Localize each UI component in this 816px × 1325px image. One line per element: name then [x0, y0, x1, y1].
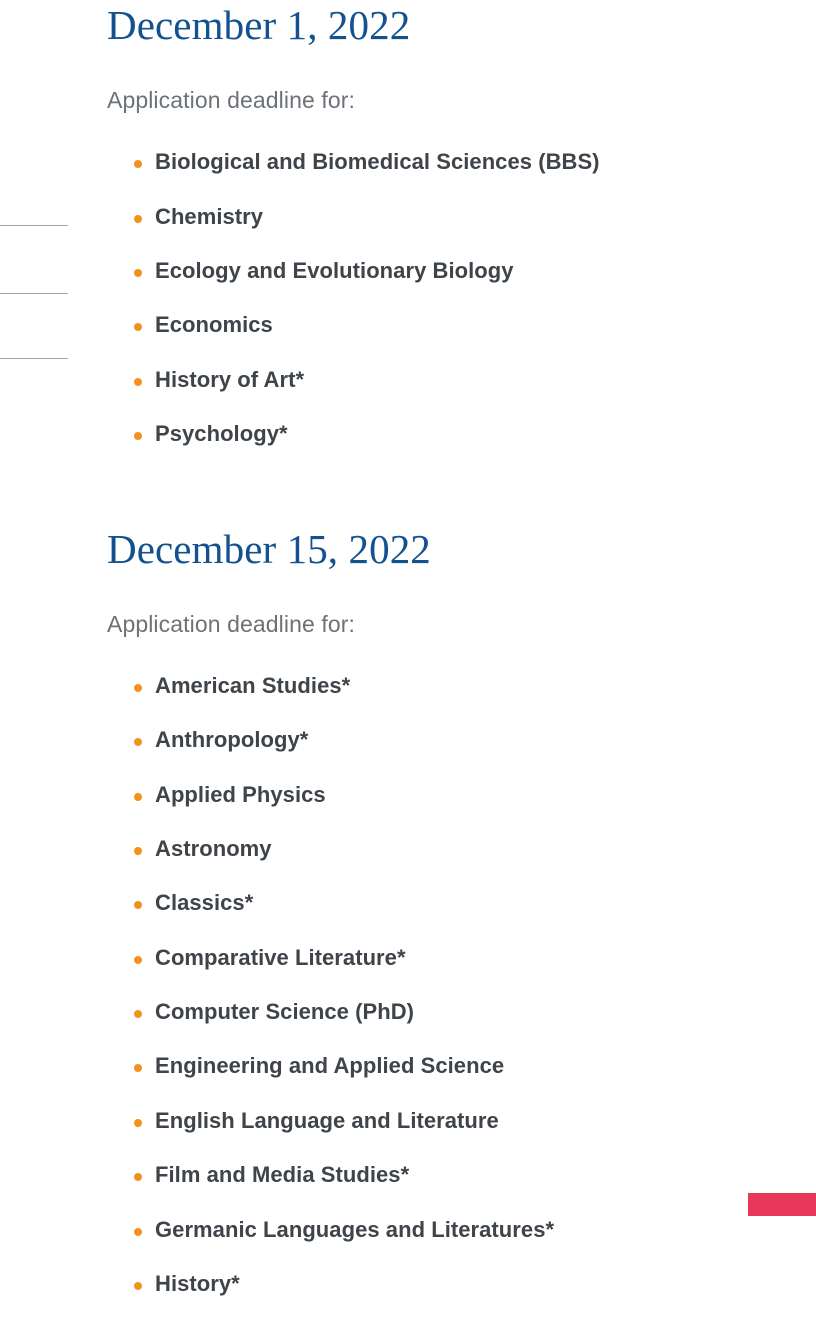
bullet-icon	[134, 792, 142, 801]
program-name: Germanic Languages and Literatures*	[155, 1216, 555, 1242]
accordion-row-2[interactable]	[0, 226, 68, 294]
program-name: Engineering and Applied Science	[155, 1053, 505, 1079]
bullet-icon	[134, 955, 142, 964]
bullet-icon	[134, 1064, 142, 1073]
program-list-item: Film and Media Studies*	[107, 1162, 747, 1188]
bullet-icon	[134, 738, 142, 747]
program-list-item: Chemistry	[107, 204, 747, 230]
bullet-icon	[134, 846, 142, 855]
bullet-icon	[134, 432, 142, 441]
program-list: American Studies* Anthropology* Applied Ph…	[107, 673, 747, 1298]
program-list-item: Astronomy	[107, 836, 747, 862]
deadline-date-heading: December 15, 2022	[107, 525, 431, 572]
program-list: Biological and Biomedical Sciences (BBS)…	[107, 149, 747, 447]
deadline-section: December 15, 2022 Application deadline fo…	[107, 476, 747, 1298]
program-name: Computer Science (PhD)	[155, 999, 415, 1025]
accordion-row-1[interactable]	[0, 158, 68, 226]
bullet-icon	[134, 901, 142, 910]
program-name: Chemistry	[155, 203, 264, 229]
program-name: Economics	[155, 312, 273, 338]
bullet-icon	[134, 683, 142, 692]
bullet-icon	[134, 1227, 142, 1236]
bullet-icon	[134, 214, 142, 223]
program-list-item: Biological and Biomedical Sciences (BBS)	[107, 149, 747, 175]
bullet-icon	[134, 268, 142, 277]
bullet-icon	[134, 1173, 142, 1182]
program-list-item: Applied Physics	[107, 782, 747, 808]
program-name: History*	[155, 1271, 240, 1297]
program-name: Film and Media Studies*	[155, 1162, 410, 1188]
program-name: Biological and Biomedical Sciences (BBS)	[155, 149, 600, 175]
program-list-item: English Language and Literature	[107, 1108, 747, 1134]
program-list-item: Computer Science (PhD)	[107, 999, 747, 1025]
deadline-date-heading: December 1, 2022	[107, 2, 411, 48]
bullet-icon	[134, 1118, 142, 1127]
program-list-item: Ecology and Evolutionary Biology	[107, 258, 747, 284]
program-name: Ecology and Evolutionary Biology	[155, 257, 514, 283]
program-name: American Studies*	[155, 672, 351, 698]
deadline-section: December 1, 2022 Application deadline for…	[107, 0, 747, 448]
program-name: English Language and Literature	[155, 1107, 499, 1133]
program-list-item: American Studies*	[107, 673, 747, 699]
program-name: Classics*	[155, 890, 254, 916]
program-list-item: Engineering and Applied Science	[107, 1053, 747, 1079]
program-list-item: History of Art*	[107, 367, 747, 393]
corner-widget[interactable]	[748, 1193, 816, 1216]
accordion-sidebar	[0, 0, 68, 1233]
program-list-item: Economics	[107, 312, 747, 338]
bullet-icon	[134, 1282, 142, 1291]
program-name: Applied Physics	[155, 781, 326, 807]
program-list-item: Classics*	[107, 890, 747, 916]
bullet-icon	[134, 160, 142, 169]
bullet-icon	[134, 377, 142, 386]
bullet-icon	[134, 323, 142, 332]
program-name: History of Art*	[155, 366, 305, 392]
deadline-content: December 1, 2022 Application deadline for…	[107, 0, 747, 1325]
program-list-item: Comparative Literature*	[107, 945, 747, 971]
deadline-intro-text: Application deadline for:	[107, 610, 355, 637]
program-name: Astronomy	[155, 835, 272, 861]
program-list-item: History*	[107, 1271, 747, 1297]
program-name: Psychology*	[155, 421, 288, 447]
program-name: Anthropology*	[155, 727, 309, 753]
program-list-item: Psychology*	[107, 421, 747, 447]
deadline-intro-text: Application deadline for:	[107, 87, 355, 114]
program-name: Comparative Literature*	[155, 944, 406, 970]
program-list-item: Anthropology*	[107, 727, 747, 753]
program-list-item: Germanic Languages and Literatures*	[107, 1217, 747, 1243]
bullet-icon	[134, 1010, 142, 1019]
accordion-row-3[interactable]	[0, 294, 68, 359]
